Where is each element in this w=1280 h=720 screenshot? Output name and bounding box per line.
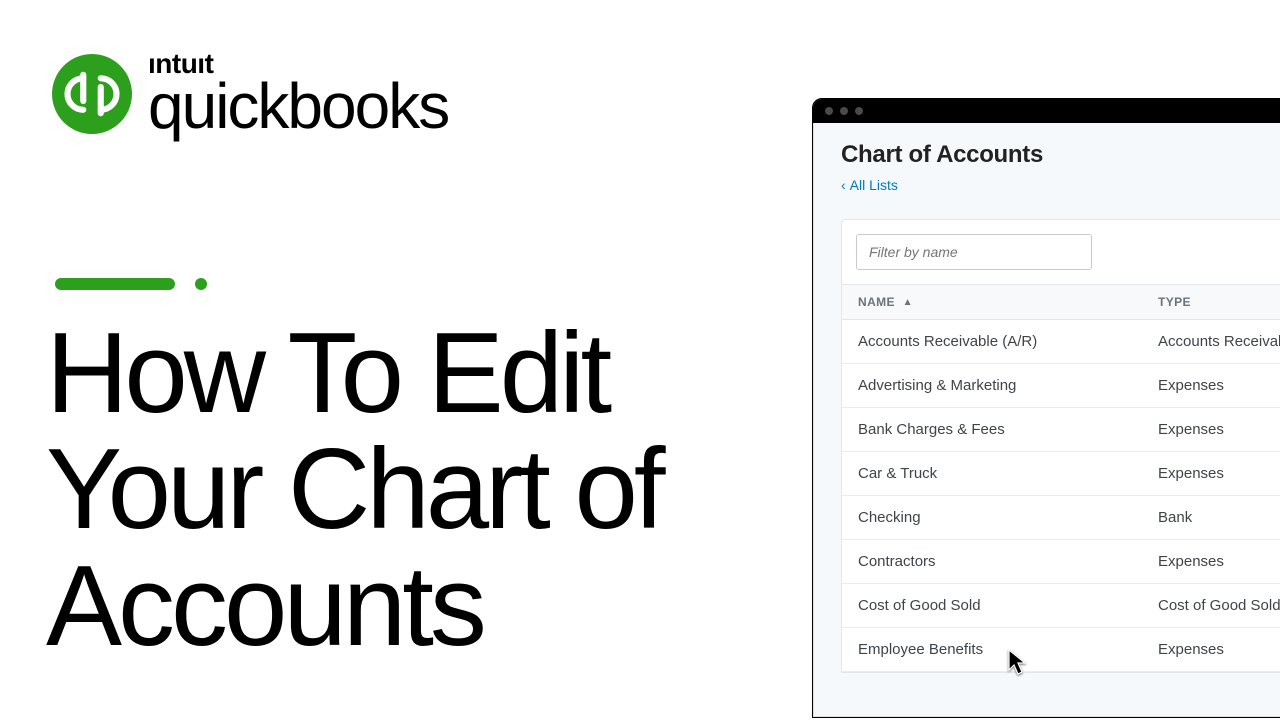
table-row[interactable]: CheckingBank <box>842 496 1280 540</box>
account-name: Employee Benefits <box>842 628 1142 672</box>
chevron-left-icon: ‹ <box>841 177 846 193</box>
account-type: Expenses <box>1142 408 1280 452</box>
traffic-light-close-icon[interactable] <box>825 107 833 115</box>
account-name: Checking <box>842 496 1142 540</box>
quickbooks-logo-icon <box>52 54 132 134</box>
filter-by-name-input[interactable] <box>856 234 1092 270</box>
window-titlebar <box>813 99 1280 123</box>
accounts-table: NAME ▲ TYPE Accounts Receivable (A/R)Acc… <box>842 284 1280 672</box>
account-type: Expenses <box>1142 452 1280 496</box>
table-row[interactable]: Bank Charges & FeesExpenses <box>842 408 1280 452</box>
column-header-type[interactable]: TYPE <box>1142 285 1280 320</box>
table-row[interactable]: Cost of Good SoldCost of Good Sold <box>842 584 1280 628</box>
account-name: Accounts Receivable (A/R) <box>842 320 1142 364</box>
hero-area: ıntuıt quickbooks How To Edit Your Chart… <box>0 0 810 720</box>
account-type: Cost of Good Sold <box>1142 584 1280 628</box>
accent-dot <box>195 278 207 290</box>
breadcrumb-all-lists[interactable]: ‹ All Lists <box>841 177 898 193</box>
table-row[interactable]: Advertising & MarketingExpenses <box>842 364 1280 408</box>
brand-lockup: ıntuıt quickbooks <box>52 50 448 138</box>
table-row[interactable]: ContractorsExpenses <box>842 540 1280 584</box>
account-type: Accounts Receivable <box>1142 320 1280 364</box>
brand-product: quickbooks <box>148 74 448 138</box>
accent-divider <box>55 278 207 290</box>
page-title: Chart of Accounts <box>841 141 1280 169</box>
table-row[interactable]: Employee BenefitsExpenses <box>842 628 1280 672</box>
accent-bar <box>55 278 175 290</box>
account-name: Car & Truck <box>842 452 1142 496</box>
traffic-light-min-icon[interactable] <box>840 107 848 115</box>
app-window: Chart of Accounts ‹ All Lists NAME ▲ TYP… <box>812 98 1280 718</box>
account-type: Bank <box>1142 496 1280 540</box>
account-type: Expenses <box>1142 364 1280 408</box>
account-name: Cost of Good Sold <box>842 584 1142 628</box>
accounts-panel: NAME ▲ TYPE Accounts Receivable (A/R)Acc… <box>841 219 1280 673</box>
sort-asc-icon: ▲ <box>903 297 913 308</box>
account-name: Bank Charges & Fees <box>842 408 1142 452</box>
table-row[interactable]: Accounts Receivable (A/R)Accounts Receiv… <box>842 320 1280 364</box>
account-type: Expenses <box>1142 628 1280 672</box>
table-row[interactable]: Car & TruckExpenses <box>842 452 1280 496</box>
breadcrumb-label: All Lists <box>850 177 898 193</box>
account-type: Expenses <box>1142 540 1280 584</box>
page-headline: How To Edit Your Chart of Accounts <box>46 316 662 665</box>
traffic-light-max-icon[interactable] <box>855 107 863 115</box>
account-name: Advertising & Marketing <box>842 364 1142 408</box>
column-header-name[interactable]: NAME ▲ <box>842 285 1142 320</box>
account-name: Contractors <box>842 540 1142 584</box>
